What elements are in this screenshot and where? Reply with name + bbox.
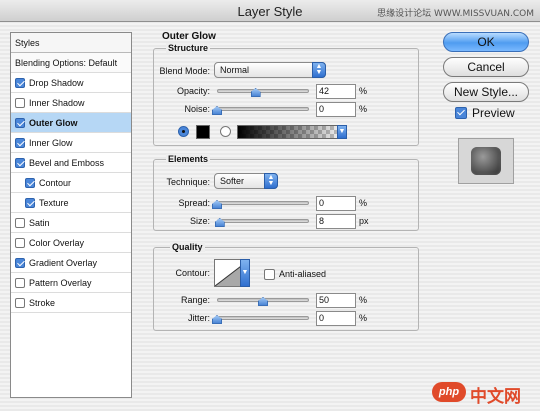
range-input[interactable]: 50 <box>316 293 356 308</box>
technique-select[interactable]: Softer ▲ ▼ <box>214 173 278 189</box>
anti-aliased-label: Anti-aliased <box>279 269 327 279</box>
preview-checkbox[interactable] <box>455 107 467 119</box>
style-item-satin[interactable]: Satin <box>11 213 131 233</box>
php-badge: php <box>432 382 466 402</box>
style-item-label: Satin <box>29 218 50 228</box>
style-item-drop-shadow[interactable]: Drop Shadow <box>11 73 131 93</box>
opacity-slider[interactable] <box>217 89 309 93</box>
noise-label: Noise: <box>184 104 210 114</box>
style-item-label: Outer Glow <box>29 118 78 128</box>
style-item-label: Drop Shadow <box>29 78 84 88</box>
style-checkbox[interactable] <box>15 278 25 288</box>
style-checkbox[interactable] <box>25 178 35 188</box>
spread-slider[interactable] <box>217 201 309 205</box>
preview-thumbnail <box>471 147 501 175</box>
structure-title: Structure <box>166 43 211 53</box>
blend-mode-select[interactable]: Normal ▲ ▼ <box>214 62 326 78</box>
style-item-bevel-and-emboss[interactable]: Bevel and Emboss <box>11 153 131 173</box>
gradient-radio[interactable] <box>220 126 231 137</box>
style-item-label: Blending Options: Default <box>15 58 118 68</box>
style-item-label: Pattern Overlay <box>29 278 92 288</box>
solid-color-radio[interactable] <box>178 126 189 137</box>
dropdown-arrow-icon: ▼ <box>337 125 347 139</box>
style-item-blending-options-default[interactable]: Blending Options: Default <box>11 53 131 73</box>
styles-list: Styles Blending Options: Default Drop Sha… <box>10 32 132 398</box>
jitter-input[interactable]: 0 <box>316 311 356 326</box>
style-checkbox[interactable] <box>25 198 35 208</box>
cancel-button[interactable]: Cancel <box>443 57 529 77</box>
style-item-inner-glow[interactable]: Inner Glow <box>11 133 131 153</box>
style-checkbox[interactable] <box>15 218 25 228</box>
spread-input[interactable]: 0 <box>316 196 356 211</box>
jitter-label: Jitter: <box>187 313 210 323</box>
style-item-outer-glow[interactable]: Outer Glow <box>11 113 131 133</box>
glow-color-swatch[interactable] <box>196 125 210 139</box>
style-item-stroke[interactable]: Stroke <box>11 293 131 313</box>
range-label: Range: <box>180 295 210 305</box>
style-item-label: Texture <box>39 198 69 208</box>
preview-label: Preview <box>472 106 515 120</box>
site-watermark: 思缘设计论坛 WWW.MISSVUAN.COM <box>377 9 534 19</box>
jitter-unit: % <box>359 313 368 323</box>
noise-input[interactable]: 0 <box>316 102 356 117</box>
new-style-button[interactable]: New Style... <box>443 82 529 102</box>
styles-list-header[interactable]: Styles <box>11 33 131 53</box>
size-label: Size: <box>189 216 210 226</box>
opacity-label: Opacity: <box>176 86 210 96</box>
style-item-label: Bevel and Emboss <box>29 158 105 168</box>
spread-unit: % <box>359 198 368 208</box>
size-unit: px <box>359 216 369 226</box>
style-checkbox[interactable] <box>15 138 25 148</box>
style-item-label: Stroke <box>29 298 56 308</box>
blend-mode-label: Blend Mode: <box>159 66 210 76</box>
size-input[interactable]: 8 <box>316 214 356 229</box>
size-slider[interactable] <box>217 219 309 223</box>
style-checkbox[interactable] <box>15 238 25 248</box>
style-preview <box>458 138 514 184</box>
noise-slider[interactable] <box>217 107 309 111</box>
watermark-text: 中文网 <box>470 387 521 407</box>
style-checkbox[interactable] <box>15 98 25 108</box>
style-checkbox[interactable] <box>15 298 25 308</box>
elements-title: Elements <box>166 154 211 164</box>
style-item-pattern-overlay[interactable]: Pattern Overlay <box>11 273 131 293</box>
opacity-input[interactable]: 42 <box>316 84 356 99</box>
style-item-label: Inner Shadow <box>29 98 85 108</box>
range-unit: % <box>359 295 368 305</box>
style-item-color-overlay[interactable]: Color Overlay <box>11 233 131 253</box>
anti-aliased-checkbox[interactable] <box>264 269 275 280</box>
style-checkbox[interactable] <box>15 158 25 168</box>
ok-button[interactable]: OK <box>443 32 529 52</box>
style-item-gradient-overlay[interactable]: Gradient Overlay <box>11 253 131 273</box>
title-bar: Layer Style 思缘设计论坛 WWW.MISSVUAN.COM <box>0 0 540 22</box>
style-item-label: Color Overlay <box>29 238 85 248</box>
contour-label: Contour: <box>175 268 210 278</box>
technique-label: Technique: <box>166 177 210 187</box>
style-item-label: Inner Glow <box>29 138 73 148</box>
updown-arrows-icon: ▲ ▼ <box>312 62 326 78</box>
style-item-inner-shadow[interactable]: Inner Shadow <box>11 93 131 113</box>
blend-mode-value: Normal <box>220 65 250 75</box>
updown-arrows-icon: ▲ ▼ <box>264 173 278 189</box>
opacity-unit: % <box>359 86 368 96</box>
style-item-label: Contour <box>39 178 72 188</box>
style-item-texture[interactable]: Texture <box>11 193 131 213</box>
style-checkbox[interactable] <box>15 258 25 268</box>
style-checkbox[interactable] <box>15 78 25 88</box>
jitter-slider[interactable] <box>217 316 309 320</box>
contour-dropdown-arrow-icon[interactable]: ▼ <box>240 259 250 287</box>
style-item-contour[interactable]: Contour <box>11 173 131 193</box>
style-checkbox[interactable] <box>15 118 25 128</box>
style-item-label: Gradient Overlay <box>29 258 98 268</box>
technique-value: Softer <box>220 176 245 186</box>
spread-label: Spread: <box>178 198 210 208</box>
watermark-logo: php 中文网 <box>432 382 530 407</box>
quality-title: Quality <box>170 242 205 252</box>
panel-title: Outer Glow <box>162 31 216 42</box>
noise-unit: % <box>359 104 368 114</box>
glow-gradient-picker[interactable]: ▼ <box>237 125 347 139</box>
